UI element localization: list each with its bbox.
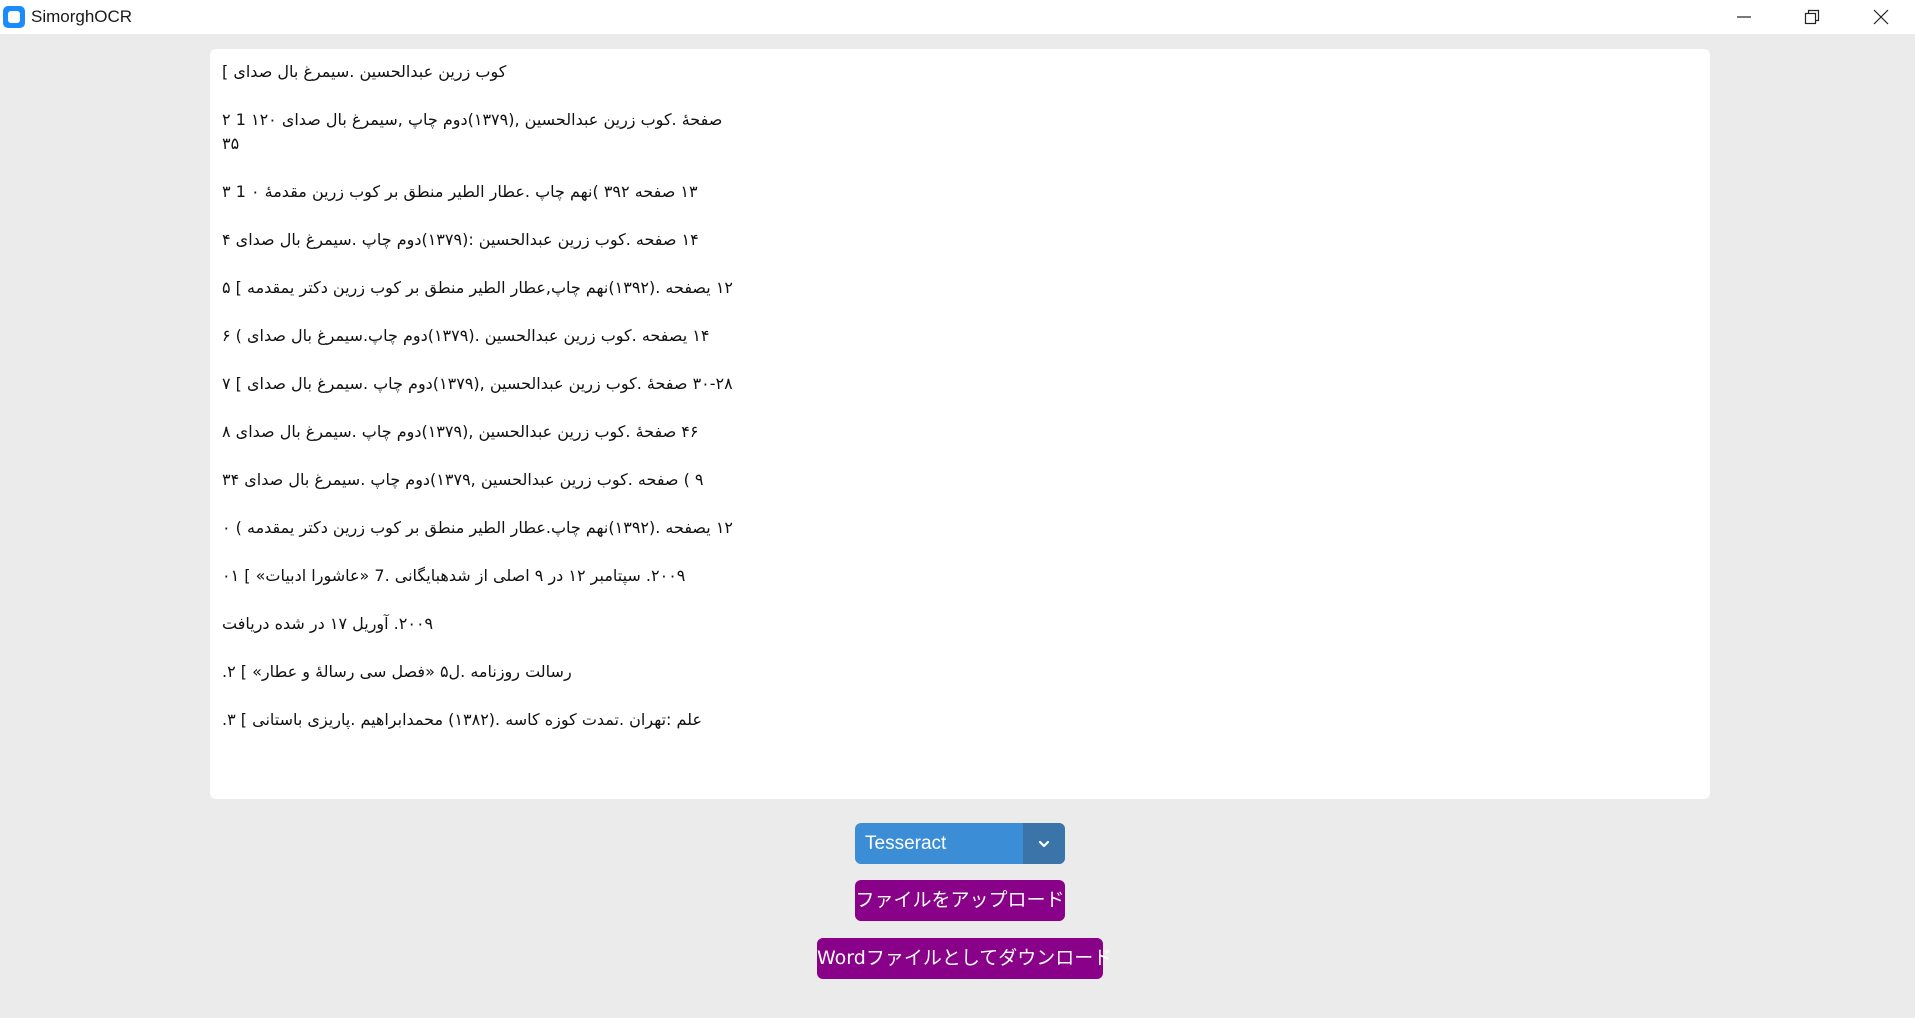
restore-icon <box>1804 9 1820 25</box>
chevron-down-icon <box>1038 840 1050 848</box>
ocr-line: ۱۴ یصفحه .کوب زرین عبدالحسین .(۱۳۷۹)دوم … <box>222 326 710 345</box>
ocr-line: ۲۰۰۹. سپتامبر ۱۲ در ۹ اصلی از شدهبایگانی… <box>222 566 686 585</box>
ocr-line: رسالت روزنامه .ل۵ «فصل سی رسالهٔ و عطار»… <box>222 662 572 681</box>
ocr-line: علم :تهران .تمدت کوزه کاسه .(۱۳۸۲) محمدا… <box>222 710 702 729</box>
ocr-result-lines: کوب زرین عبدالحسین .سیمرغ بال صدای ] صفح… <box>222 60 962 756</box>
ocr-line: ۱۴ صفحه .کوب زرین عبدالحسین :(۱۳۷۹)دوم چ… <box>222 230 699 249</box>
restore-button[interactable] <box>1778 0 1846 34</box>
ocr-line: ۱۲ یصفحه .(۱۳۹۲)نهم چاپ,عطار الطیر منطق … <box>222 278 734 297</box>
dropdown-toggle[interactable] <box>1023 823 1065 864</box>
ocr-line: ۱۳ صفحه ۳۹۲ )نهم چاپ .عطار الطیر منطق بر… <box>222 182 698 201</box>
ocr-engine-value: Tesseract <box>865 833 947 854</box>
ocr-line: ۱۲ یصفحه .(۱۳۹۲)نهم چاپ.عطار الطیر منطق … <box>222 518 734 537</box>
ocr-line: ۹ ) صفحه .کوب زرین عبدالحسین ,۱۳۷۹)دوم چ… <box>222 470 704 489</box>
minimize-icon <box>1737 16 1751 18</box>
download-word-button[interactable]: Wordファイルとしてダウンロード <box>817 938 1112 979</box>
window-title: SimorghOCR <box>31 7 133 26</box>
app-icon <box>3 6 25 28</box>
ocr-line: صفحهٔ .کوب زرین عبدالحسین ,(۱۳۷۹)دوم چاپ… <box>222 110 723 153</box>
minimize-button[interactable] <box>1710 0 1778 34</box>
ocr-line: ۴۶ صفحهٔ .کوب زرین عبدالحسین ,(۱۳۷۹)دوم … <box>222 422 699 441</box>
upload-file-button[interactable]: ファイルをアップロード <box>855 880 1065 921</box>
close-button[interactable] <box>1847 0 1915 34</box>
ocr-line: ۲۰۰۹. آوریل ۱۷ در شده دریافت <box>222 614 434 633</box>
ocr-engine-select[interactable]: Tesseract <box>855 823 1065 864</box>
ocr-line: کوب زرین عبدالحسین .سیمرغ بال صدای ] <box>222 62 507 81</box>
ocr-line: ۳۰-۲۸ صفحهٔ .کوب زرین عبدالحسین ,(۱۳۷۹)د… <box>222 374 733 393</box>
ocr-result-textarea[interactable]: کوب زرین عبدالحسین .سیمرغ بال صدای ] صفح… <box>210 49 1710 799</box>
title-bar: SimorghOCR <box>0 0 1915 34</box>
close-icon <box>1873 9 1889 25</box>
